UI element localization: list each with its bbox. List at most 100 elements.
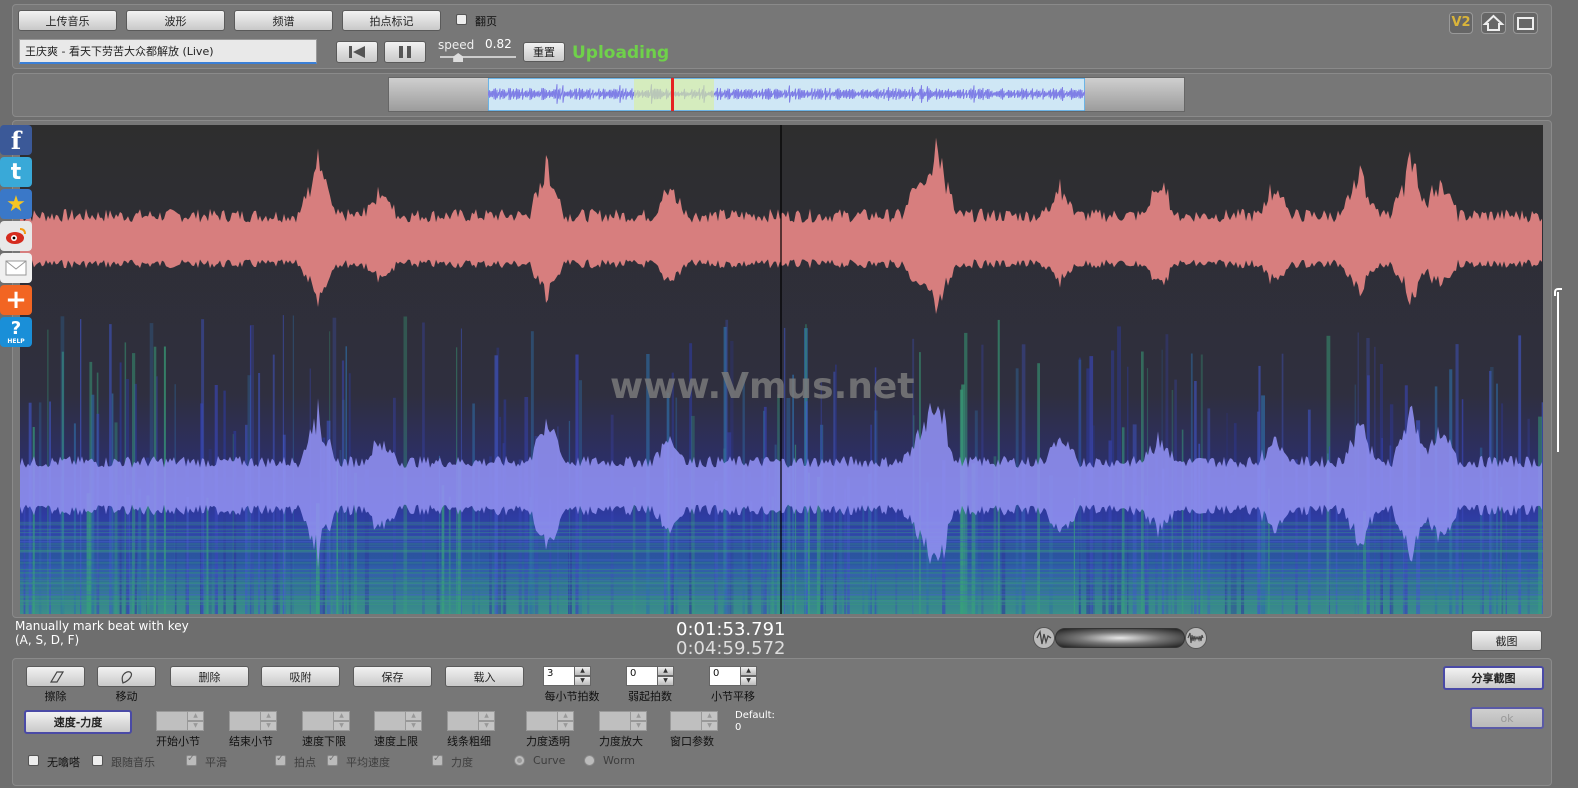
overview-playhead[interactable] xyxy=(671,78,674,111)
avg-speed-checkbox[interactable] xyxy=(327,753,338,766)
pause-icon xyxy=(399,46,411,58)
param-input[interactable] xyxy=(156,711,188,731)
param-input[interactable] xyxy=(229,711,261,731)
param-down-icon[interactable]: ▼ xyxy=(405,721,422,731)
overview-waveform[interactable] xyxy=(488,78,1085,111)
waveform-zoom-out-button[interactable] xyxy=(1033,627,1055,649)
add-share-icon[interactable]: + xyxy=(0,285,32,315)
delete-button[interactable]: 删除 xyxy=(170,666,249,687)
beat-mark-button[interactable]: 拍点标记 xyxy=(342,10,441,31)
param-stepper-3[interactable]: ▲ ▼ xyxy=(302,711,350,731)
fullscreen-button[interactable] xyxy=(1513,12,1538,34)
upload-music-button[interactable]: 上传音乐 xyxy=(18,10,117,31)
smooth-checkbox[interactable] xyxy=(186,753,197,766)
param-up-icon[interactable]: ▲ xyxy=(333,711,350,721)
spectrogram-streak xyxy=(1233,423,1237,614)
waveform-zoom-in-button[interactable] xyxy=(1185,627,1207,649)
follow-music-label: 跟随音乐 xyxy=(111,756,155,769)
spectrum-button[interactable]: 频谱 xyxy=(234,10,333,31)
param-input[interactable] xyxy=(447,711,479,731)
weibo-icon[interactable] xyxy=(0,221,32,251)
beats-per-bar-input[interactable]: 3 xyxy=(543,666,575,686)
waveform-wide-icon xyxy=(1187,632,1204,644)
bar-offset-down-icon[interactable]: ▼ xyxy=(740,676,757,686)
param-input[interactable] xyxy=(599,711,631,731)
bar-offset-stepper[interactable]: 0 ▲ ▼ xyxy=(709,666,757,686)
beats-per-bar-stepper[interactable]: 3 ▲ ▼ xyxy=(543,666,591,686)
beats-per-bar-down-icon[interactable]: ▼ xyxy=(574,676,591,686)
home-button[interactable] xyxy=(1481,12,1506,34)
share-screenshot-button[interactable]: 分享截图 xyxy=(1443,666,1544,690)
weak-beats-up-icon[interactable]: ▲ xyxy=(657,666,674,676)
worm-radio[interactable] xyxy=(584,755,595,766)
rewind-button[interactable] xyxy=(336,41,378,63)
param-down-icon[interactable]: ▼ xyxy=(187,721,204,731)
speed-slider[interactable] xyxy=(440,53,516,63)
param-down-icon[interactable]: ▼ xyxy=(333,721,350,731)
twitter-icon[interactable]: t xyxy=(0,157,32,187)
redraw-button[interactable]: 重置 xyxy=(523,42,565,62)
param-input[interactable] xyxy=(302,711,334,731)
speed-force-button[interactable]: 速度-力度 xyxy=(24,710,132,734)
beat-points-label: 拍点 xyxy=(294,756,316,769)
page-flip-checkbox[interactable] xyxy=(456,14,467,25)
follow-music-checkbox[interactable] xyxy=(92,755,103,766)
param-stepper-4[interactable]: ▲ ▼ xyxy=(374,711,422,731)
help-icon[interactable]: ? HELP xyxy=(0,317,32,347)
spectrogram-streak xyxy=(1121,427,1125,614)
beat-points-checkbox[interactable] xyxy=(275,753,286,766)
weak-beats-down-icon[interactable]: ▼ xyxy=(657,676,674,686)
param-stepper-6[interactable]: ▲ ▼ xyxy=(526,711,574,731)
param-up-icon[interactable]: ▲ xyxy=(260,711,277,721)
bar-offset-up-icon[interactable]: ▲ xyxy=(740,666,757,676)
pause-button[interactable] xyxy=(384,41,426,63)
param-up-icon[interactable]: ▲ xyxy=(557,711,574,721)
param-down-icon[interactable]: ▼ xyxy=(557,721,574,731)
beats-per-bar-up-icon[interactable]: ▲ xyxy=(574,666,591,676)
curve-radio[interactable] xyxy=(514,755,525,766)
fullscreen-icon xyxy=(1517,17,1534,30)
vertical-scrollbar[interactable] xyxy=(1554,288,1562,452)
waveform-button[interactable]: 波形 xyxy=(126,10,225,31)
screenshot-button[interactable]: 截图 xyxy=(1471,630,1542,651)
move-button[interactable] xyxy=(97,666,156,687)
ok-button[interactable]: ok xyxy=(1470,707,1544,729)
param-stepper-2[interactable]: ▲ ▼ xyxy=(229,711,277,731)
param-down-icon[interactable]: ▼ xyxy=(478,721,495,731)
param-up-icon[interactable]: ▲ xyxy=(478,711,495,721)
speed-slider-thumb[interactable] xyxy=(453,53,464,62)
param-stepper-1[interactable]: ▲ ▼ xyxy=(156,711,204,731)
no-drift-checkbox[interactable] xyxy=(28,755,39,766)
param-down-icon[interactable]: ▼ xyxy=(701,721,718,731)
param-input[interactable] xyxy=(374,711,406,731)
param-caption-2: 结束小节 xyxy=(229,735,273,748)
zoom-slider[interactable] xyxy=(1055,628,1185,648)
param-down-icon[interactable]: ▼ xyxy=(630,721,647,731)
force-checkbox[interactable] xyxy=(432,753,443,766)
param-up-icon[interactable]: ▲ xyxy=(630,711,647,721)
song-title-field[interactable]: 王庆爽 - 看天下劳苦大众都解放 (Live) xyxy=(19,39,317,64)
param-stepper-7[interactable]: ▲ ▼ xyxy=(599,711,647,731)
version-badge[interactable]: V2 xyxy=(1449,12,1473,34)
param-input[interactable] xyxy=(670,711,702,731)
spectrogram-streak xyxy=(1132,424,1137,614)
param-up-icon[interactable]: ▲ xyxy=(701,711,718,721)
bar-offset-caption: 小节平移 xyxy=(711,690,755,703)
load-button[interactable]: 载入 xyxy=(445,666,524,687)
favorite-star-icon[interactable]: ★ xyxy=(0,189,32,219)
save-button[interactable]: 保存 xyxy=(353,666,432,687)
param-input[interactable] xyxy=(526,711,558,731)
upload-status-text: Uploading xyxy=(572,43,670,63)
weak-beats-input[interactable]: 0 xyxy=(626,666,658,686)
erase-button[interactable] xyxy=(26,666,85,687)
facebook-icon[interactable]: f xyxy=(0,125,32,155)
param-stepper-8[interactable]: ▲ ▼ xyxy=(670,711,718,731)
param-up-icon[interactable]: ▲ xyxy=(405,711,422,721)
weak-beats-stepper[interactable]: 0 ▲ ▼ xyxy=(626,666,674,686)
bar-offset-input[interactable]: 0 xyxy=(709,666,741,686)
email-icon[interactable] xyxy=(0,253,32,283)
param-stepper-5[interactable]: ▲ ▼ xyxy=(447,711,495,731)
param-up-icon[interactable]: ▲ xyxy=(187,711,204,721)
param-down-icon[interactable]: ▼ xyxy=(260,721,277,731)
snap-button[interactable]: 吸附 xyxy=(261,666,340,687)
